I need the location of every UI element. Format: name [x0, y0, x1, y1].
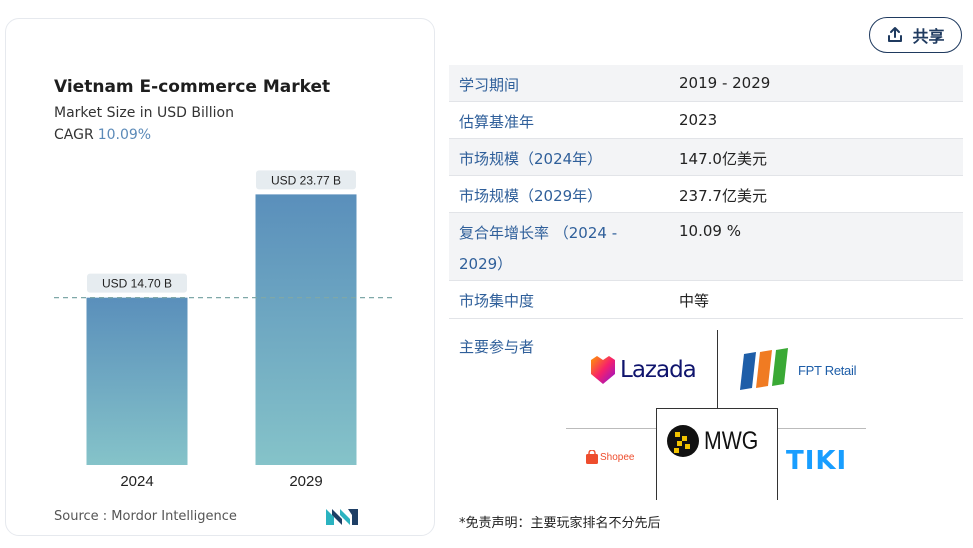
key-players-label: 主要参与者 [459, 338, 535, 356]
grid-divider [778, 428, 866, 429]
share-label: 共享 [912, 29, 945, 46]
info-row-study-period: 学习期间 2019 - 2029 [449, 65, 963, 102]
fpt-stripes-icon [740, 348, 788, 390]
cagr-value: 10.09% [97, 127, 152, 143]
x-tick-label: 2029 [289, 473, 322, 490]
grid-divider [656, 408, 657, 500]
bar-2029 [255, 194, 357, 465]
fpt-retail-wordmark: FPT Retail [798, 362, 857, 378]
data-label: USD 14.70 B [102, 277, 172, 291]
mwg-wordmark: MWG [704, 426, 759, 455]
lazada-logo: Lazada [590, 354, 697, 386]
key-players-grid: Lazada FPT Retail Shopee MWG TIKI [566, 330, 866, 500]
info-row-market-size-2024: 市场规模（2024年） 147.0亿美元 [449, 139, 963, 176]
cagr-line: CAGR 10.09% [54, 127, 151, 143]
grid-divider [656, 408, 778, 409]
chart-card: USD 14.70 B 2024 USD 23.77 B 2029 Vietnam E… [5, 18, 435, 536]
share-button[interactable]: 共享 [869, 17, 962, 53]
shopee-wordmark: Shopee [600, 451, 635, 463]
lazada-wordmark: Lazada [620, 357, 697, 383]
info-row-concentration: 市场集中度 中等 [449, 281, 963, 319]
grid-divider [717, 330, 718, 408]
chart-source: Source : Mordor Intelligence [54, 509, 237, 524]
chart-title: Vietnam E-commerce Market [54, 77, 331, 97]
grid-divider [566, 428, 656, 429]
fpt-retail-logo: FPT Retail [740, 348, 856, 392]
shopee-bag-icon [586, 450, 598, 464]
cagr-label: CAGR [54, 127, 94, 143]
data-label: USD 23.77 B [271, 173, 341, 187]
info-row-market-size-2029: 市场规模（2029年） 237.7亿美元 [449, 176, 963, 213]
mwg-circle-icon [667, 425, 699, 457]
bar-2024 [86, 297, 188, 465]
mwg-logo: MWG [666, 424, 768, 458]
x-tick-label: 2024 [120, 473, 153, 490]
info-row-cagr: 复合年增长率 （2024 - 2029） 10.09 % [449, 213, 963, 281]
lazada-heart-icon [591, 356, 615, 384]
disclaimer: *免责声明：主要玩家排名不分先后 [459, 516, 661, 531]
share-icon [888, 27, 903, 42]
grid-divider [777, 408, 778, 500]
mordor-intelligence-logo [326, 509, 358, 525]
tiki-logo: TIKI [786, 446, 847, 476]
info-row-base-year: 估算基准年 2023 [449, 102, 963, 139]
tiki-wordmark: TIKI [786, 446, 848, 476]
chart-subtitle: Market Size in USD Billion [54, 105, 234, 121]
shopee-logo: Shopee [586, 450, 634, 464]
